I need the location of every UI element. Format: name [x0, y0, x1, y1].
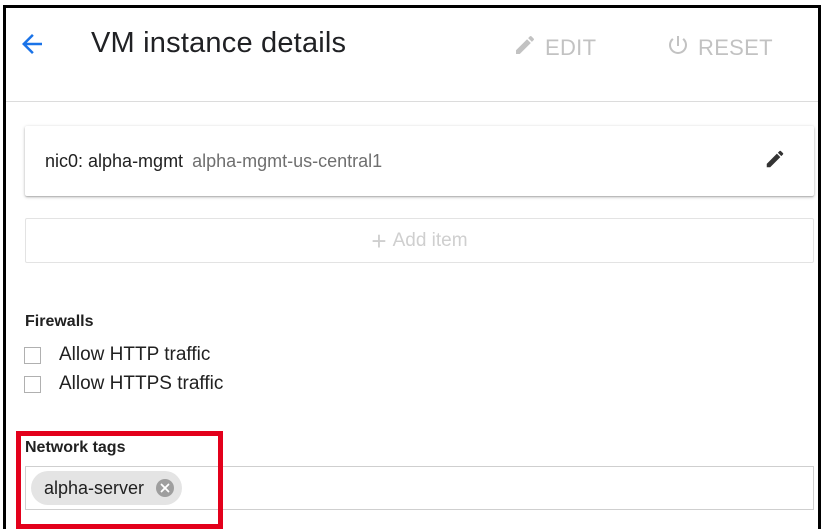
allow-http-label: Allow HTTP traffic [59, 344, 211, 365]
edit-label: EDIT [545, 35, 597, 60]
network-interface-subnet: alpha-mgmt-us-central1 [192, 151, 383, 171]
plus-icon: + [371, 225, 387, 256]
page-title: VM instance details [91, 27, 347, 59]
tag-chip[interactable]: alpha-server [31, 471, 183, 505]
network-interface-name: nic0: alpha-mgmt [45, 151, 184, 171]
allow-https-option[interactable]: Allow HTTPS traffic [24, 372, 223, 396]
network-interface-summary: nic0: alpha-mgmt alpha-mgmt-us-central1 [45, 151, 382, 172]
power-icon [666, 33, 698, 63]
add-item-label: Add item [392, 229, 468, 251]
add-item-button[interactable]: + Add item [25, 218, 814, 263]
arrow-back-icon [17, 29, 47, 64]
firewalls-heading: Firewalls [25, 313, 94, 330]
allow-https-checkbox[interactable] [24, 375, 41, 393]
network-tags-input[interactable]: alpha-server [25, 466, 814, 510]
reset-button[interactable]: RESET [666, 33, 773, 63]
edit-button[interactable]: EDIT [513, 33, 596, 63]
pencil-icon [764, 148, 786, 175]
close-circle-icon[interactable] [156, 479, 175, 497]
tag-chip-label: alpha-server [44, 477, 145, 498]
allow-https-label: Allow HTTPS traffic [59, 373, 224, 394]
network-tags-heading: Network tags [25, 439, 126, 456]
allow-http-checkbox[interactable] [24, 346, 41, 364]
window-frame: VM instance details EDIT RESET nic0: alp… [3, 5, 821, 529]
edit-network-interface-button[interactable] [762, 148, 788, 174]
pencil-icon [513, 33, 545, 63]
network-interface-card[interactable]: nic0: alpha-mgmt alpha-mgmt-us-central1 [25, 126, 814, 196]
allow-http-option[interactable]: Allow HTTP traffic [24, 343, 210, 367]
back-button[interactable] [14, 28, 50, 64]
page-header: VM instance details EDIT RESET [6, 8, 818, 102]
reset-label: RESET [698, 35, 773, 60]
